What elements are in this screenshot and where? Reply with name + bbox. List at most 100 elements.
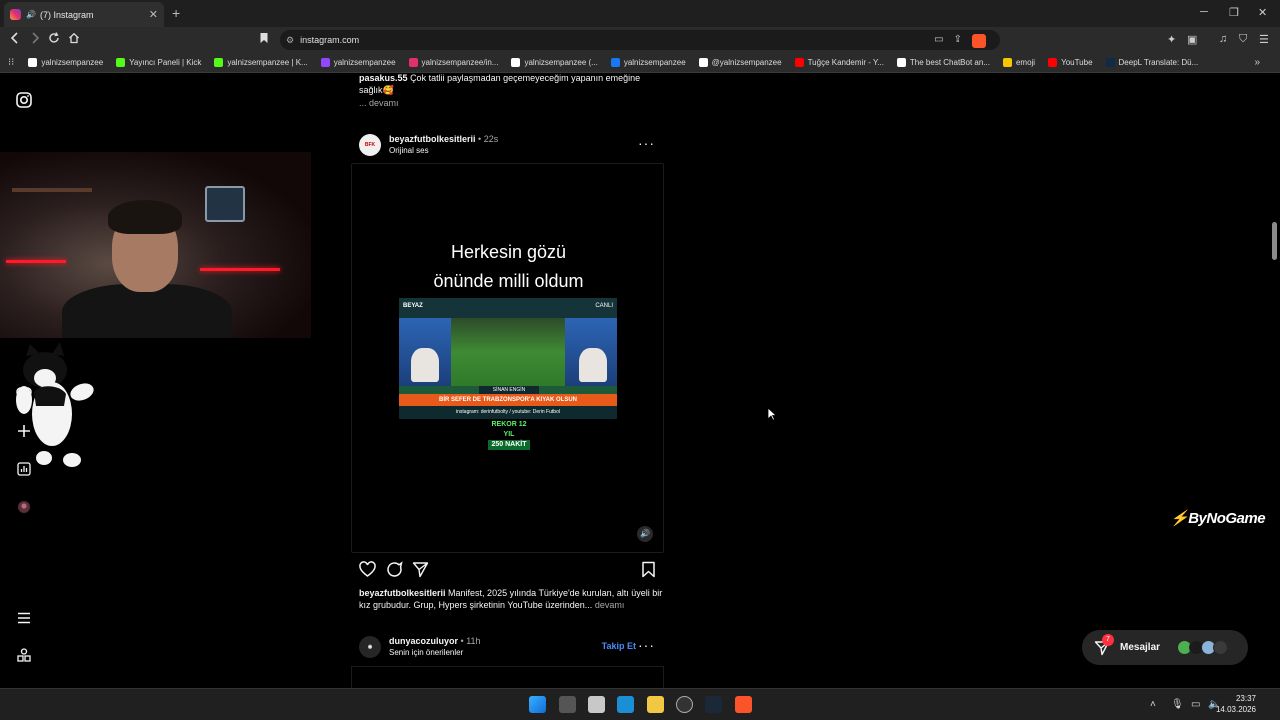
bookmark-item[interactable]: yalnizsempanzee xyxy=(28,58,103,67)
menu-icon[interactable]: ☰ xyxy=(1259,33,1269,46)
forward-button[interactable] xyxy=(30,32,40,47)
home-icon xyxy=(69,32,79,44)
wall-logo-image xyxy=(205,186,245,222)
snipping-tool-icon[interactable] xyxy=(588,696,605,713)
suggested-options-button[interactable]: ··· xyxy=(638,637,655,653)
brave-browser-icon[interactable] xyxy=(735,696,752,713)
bookmark-item[interactable]: yalnizsempanzee (... xyxy=(511,58,598,67)
emoji-icon xyxy=(1002,58,1012,67)
network-icon[interactable]: ▭ xyxy=(1191,699,1200,710)
bookmark-icon xyxy=(260,33,268,43)
next-post-media[interactable] xyxy=(351,666,664,688)
start-button-icon[interactable] xyxy=(529,696,546,713)
obs-icon[interactable] xyxy=(676,696,693,713)
bookmark-item[interactable]: YouTube xyxy=(1048,58,1093,67)
tab-title: (7) Instagram xyxy=(39,9,94,20)
messages-button[interactable]: 7 Mesajlar xyxy=(1082,630,1248,665)
profile-avatar[interactable] xyxy=(16,499,32,515)
new-tab-button[interactable]: + xyxy=(172,5,180,21)
post-time[interactable]: 22s xyxy=(484,134,499,144)
bookmark-item[interactable]: The best ChatBot an... xyxy=(896,58,990,67)
bookmark-item[interactable]: emoji xyxy=(1002,58,1035,67)
home-button[interactable] xyxy=(68,32,80,47)
also-from-meta-icon[interactable] xyxy=(16,647,32,663)
caption-username[interactable]: beyazfutbolkesitlerii xyxy=(359,588,446,598)
mute-toggle-icon[interactable]: 🔊 xyxy=(637,526,653,542)
bookmark-item[interactable]: Tuğçe Kandemir - Y... xyxy=(794,58,884,67)
suggested-username[interactable]: dunyacozuluyor xyxy=(389,636,458,646)
feed: pasakus.55 Çok tatlii paylaşmadan geçeme… xyxy=(351,74,665,688)
reload-button[interactable] xyxy=(48,32,60,47)
suggested-time[interactable]: 11h xyxy=(466,636,480,646)
bookmark-label: yalnizsempanzee | K... xyxy=(227,58,308,67)
x-icon xyxy=(698,58,708,67)
caption-username[interactable]: pasakus.55 xyxy=(359,74,408,83)
close-window-button[interactable]: ✕ xyxy=(1258,6,1267,19)
close-tab-icon[interactable]: ✕ xyxy=(149,8,158,21)
save-bookmark-icon[interactable] xyxy=(640,561,657,578)
share-icon[interactable]: ⇪ xyxy=(954,34,962,48)
bookmark-item[interactable]: yalnizsempanzee xyxy=(320,58,396,67)
youtube-icon xyxy=(1048,58,1058,67)
speaker-icon[interactable]: 🔊 xyxy=(26,10,36,19)
comment-icon[interactable] xyxy=(386,561,403,578)
bookmark-page-button[interactable] xyxy=(259,32,269,47)
brave-shields-icon[interactable] xyxy=(972,34,986,48)
tab-instagram[interactable]: 🔊 (7) Instagram ✕ xyxy=(4,2,164,27)
caption-more-link[interactable]: devamı xyxy=(595,600,625,610)
restore-button[interactable]: ❐ xyxy=(1229,6,1239,19)
show-hidden-icons-icon[interactable]: ˄ xyxy=(1150,699,1156,710)
follow-button[interactable]: Takip Et xyxy=(602,641,636,651)
bookmark-item[interactable]: yalnizsempanzee/in... xyxy=(408,58,498,67)
more-bookmarks-icon[interactable]: » xyxy=(1254,57,1260,68)
bookmark-label: yalnizsempanzee xyxy=(623,58,686,67)
share-send-icon[interactable] xyxy=(412,561,429,578)
microphone-icon[interactable]: 🎙 xyxy=(1171,699,1184,710)
post-options-button[interactable]: ··· xyxy=(638,135,655,151)
bookmark-item[interactable]: @yalnizsempanzee xyxy=(698,58,782,67)
page-scrollbar[interactable] xyxy=(1272,222,1277,260)
post-author-username[interactable]: beyazfutbolkesitlerii xyxy=(389,134,476,144)
bookmark-item[interactable]: yalnizsempanzee xyxy=(610,58,686,67)
photos-icon[interactable] xyxy=(617,696,634,713)
suggested-author-avatar[interactable]: ◉ xyxy=(359,636,381,658)
apps-grid-icon[interactable]: ⁝⁝ xyxy=(8,57,14,68)
youtube-icon xyxy=(794,58,804,67)
vpn-shield-icon[interactable]: ⛉ xyxy=(1239,33,1247,46)
video-overlay-text: Herkesin gözü önünde milli oldum xyxy=(433,242,584,291)
more-chats-icon xyxy=(1213,640,1229,655)
like-heart-icon[interactable] xyxy=(359,561,376,578)
cast-icon[interactable]: ▭ xyxy=(934,34,943,48)
minimize-button[interactable]: ─ xyxy=(1200,6,1208,18)
bynogame-logo-icon: ⚡ xyxy=(1170,510,1189,527)
task-view-icon[interactable] xyxy=(559,696,576,713)
kick-icon xyxy=(214,58,224,67)
media-icon[interactable]: ♫ xyxy=(1219,33,1227,45)
site-info-icon[interactable]: ⚙ xyxy=(286,35,294,46)
post-audio[interactable]: Orijinal ses xyxy=(389,145,498,157)
bookmark-item[interactable]: DeepL Translate: Dü... xyxy=(1105,58,1198,67)
bookmark-item[interactable]: yalnizsempanzee | K... xyxy=(214,58,308,67)
bookmark-label: @yalnizsempanzee xyxy=(711,58,782,67)
twitch-icon xyxy=(320,58,330,67)
reel-video[interactable]: Herkesin gözü önünde milli oldum BEYAZ CA… xyxy=(351,163,664,553)
messenger-icon: 7 xyxy=(1094,633,1114,656)
post-caption: beyazfutbolkesitlerii Manifest, 2025 yıl… xyxy=(359,587,664,611)
post-author-avatar[interactable]: BFK xyxy=(359,134,381,156)
extensions-icon[interactable]: ✦ xyxy=(1167,33,1176,46)
suggested-post-header: ◉ dunyacozuluyor • 11h Senin için öneril… xyxy=(359,635,481,659)
bookmark-item[interactable]: Yayıncı Paneli | Kick xyxy=(116,58,201,67)
tv-broadcast-clip: BEYAZ CANLI SİNAN ENGİN BİR SEFER DE TRAB… xyxy=(399,298,617,419)
sidebar-icon[interactable]: ▣ xyxy=(1187,33,1197,46)
address-bar[interactable]: ⚙ instagram.com ▭ ⇪ xyxy=(280,30,1000,50)
file-explorer-icon[interactable] xyxy=(647,696,664,713)
steam-icon[interactable] xyxy=(705,696,722,713)
more-menu-icon[interactable] xyxy=(16,610,32,626)
instagram-logo-icon[interactable] xyxy=(16,92,32,108)
caption-more-link[interactable]: ... devamı xyxy=(359,97,399,109)
mouse-cursor-icon xyxy=(767,407,777,421)
bookmark-label: yalnizsempanzee xyxy=(333,58,396,67)
system-clock[interactable]: 23:37 14.03.2026 xyxy=(1216,693,1256,715)
back-button[interactable] xyxy=(10,32,20,47)
suggested-subtitle: Senin için önerilenler xyxy=(389,648,464,657)
